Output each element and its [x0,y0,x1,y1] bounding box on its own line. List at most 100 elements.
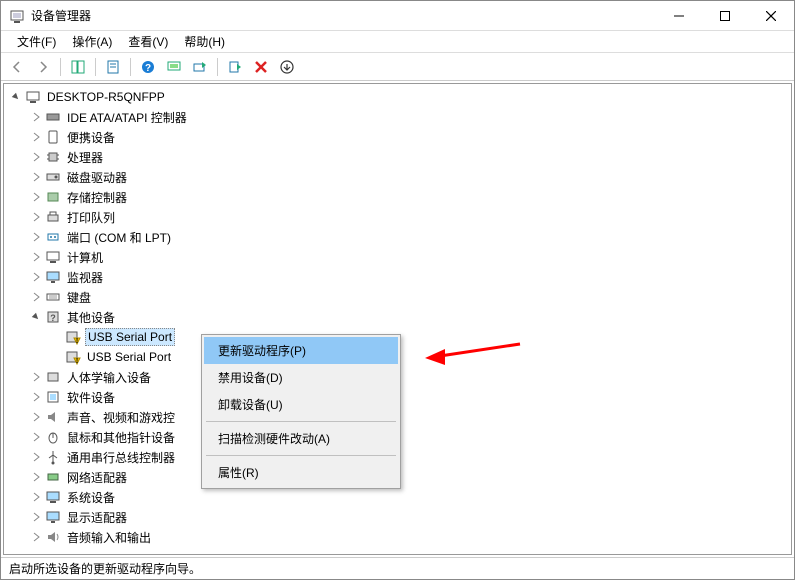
tree-root-label: DESKTOP-R5QNFPP [45,89,167,105]
ide-icon [45,109,61,125]
context-menu: 更新驱动程序(P) 禁用设备(D) 卸载设备(U) 扫描检测硬件改动(A) 属性… [201,334,401,489]
chevron-down-icon[interactable] [29,310,43,324]
warning-device-icon: ! [65,329,81,345]
tree-category[interactable]: 磁盘驱动器 [7,167,788,187]
portable-icon [45,129,61,145]
chevron-right-icon[interactable] [29,490,43,504]
mouse-icon [45,429,61,445]
context-disable[interactable]: 禁用设备(D) [204,364,398,391]
tree-category[interactable]: 显示适配器 [7,507,788,527]
chevron-right-icon[interactable] [29,250,43,264]
annotation-arrow [425,341,525,371]
tree-category[interactable]: 便携设备 [7,127,788,147]
toolbar-separator [130,58,131,76]
chevron-right-icon[interactable] [29,410,43,424]
minimize-button[interactable] [656,1,702,31]
titlebar: 设备管理器 [1,1,794,31]
tree-category[interactable]: 音频输入和输出 [7,527,788,547]
menubar: 文件(F) 操作(A) 查看(V) 帮助(H) [1,31,794,53]
app-icon [9,8,25,24]
tree-category[interactable]: IDE ATA/ATAPI 控制器 [7,107,788,127]
close-button[interactable] [748,1,794,31]
chevron-right-icon[interactable] [29,190,43,204]
menu-action[interactable]: 操作(A) [64,31,120,52]
tree-category[interactable]: 系统设备 [7,487,788,507]
sound-icon [45,409,61,425]
chevron-right-icon[interactable] [29,510,43,524]
chevron-right-icon[interactable] [29,130,43,144]
tree-category[interactable]: 键盘 [7,287,788,307]
tree-root[interactable]: DESKTOP-R5QNFPP [7,87,788,107]
enable-button[interactable] [223,56,247,78]
toolbar: ? [1,53,794,81]
chevron-right-icon[interactable] [29,290,43,304]
titlebar-left: 设备管理器 [1,7,91,24]
computer-icon [45,249,61,265]
toolbar-separator [95,58,96,76]
window-controls [656,1,794,31]
properties-button[interactable] [101,56,125,78]
back-button[interactable] [5,56,29,78]
hid-icon [45,369,61,385]
tree-category[interactable]: 存储控制器 [7,187,788,207]
toolbar-separator [60,58,61,76]
context-separator [206,455,396,456]
context-properties[interactable]: 属性(R) [204,459,398,486]
tree-category[interactable]: 计算机 [7,247,788,267]
system-icon [45,489,61,505]
uninstall-button[interactable] [249,56,273,78]
svg-text:!: ! [76,358,78,365]
chevron-right-icon[interactable] [29,170,43,184]
audio-icon [45,529,61,545]
forward-button[interactable] [31,56,55,78]
menu-help[interactable]: 帮助(H) [176,31,233,52]
chevron-right-icon[interactable] [29,530,43,544]
chevron-right-icon[interactable] [29,470,43,484]
chevron-right-icon[interactable] [29,150,43,164]
cpu-icon [45,149,61,165]
context-update-driver[interactable]: 更新驱动程序(P) [204,337,398,364]
maximize-button[interactable] [702,1,748,31]
chevron-down-icon[interactable] [9,90,23,104]
printer-icon [45,209,61,225]
chevron-right-icon[interactable] [29,110,43,124]
chevron-right-icon[interactable] [29,390,43,404]
network-icon [45,469,61,485]
help-button[interactable]: ? [136,56,160,78]
chevron-right-icon[interactable] [29,270,43,284]
usb-icon [45,449,61,465]
device-manager-window: 设备管理器 文件(F) 操作(A) 查看(V) 帮助(H) ? [0,0,795,580]
svg-text:?: ? [145,63,151,74]
warning-device-icon: ! [65,349,81,365]
port-icon [45,229,61,245]
statusbar: 启动所选设备的更新驱动程序向导。 [1,557,794,579]
update-driver-button[interactable] [188,56,212,78]
computer-icon [25,89,41,105]
chevron-right-icon[interactable] [29,210,43,224]
svg-text:?: ? [50,313,56,323]
chevron-right-icon[interactable] [29,430,43,444]
context-separator [206,421,396,422]
keyboard-icon [45,289,61,305]
chevron-right-icon[interactable] [29,450,43,464]
scan-hardware-button[interactable] [162,56,186,78]
context-uninstall[interactable]: 卸载设备(U) [204,391,398,418]
show-hide-tree-button[interactable] [66,56,90,78]
chevron-right-icon[interactable] [29,230,43,244]
tree-category[interactable]: 处理器 [7,147,788,167]
tree-category[interactable]: 打印队列 [7,207,788,227]
menu-file[interactable]: 文件(F) [9,31,64,52]
tree-category[interactable]: 端口 (COM 和 LPT) [7,227,788,247]
context-scan-hardware[interactable]: 扫描检测硬件改动(A) [204,425,398,452]
chevron-right-icon[interactable] [29,370,43,384]
window-title: 设备管理器 [31,7,91,24]
tree-category[interactable]: 监视器 [7,267,788,287]
monitor-icon [45,269,61,285]
menu-view[interactable]: 查看(V) [120,31,176,52]
disable-button[interactable] [275,56,299,78]
disk-icon [45,169,61,185]
other-devices-icon: ? [45,309,61,325]
display-icon [45,509,61,525]
tree-category-other[interactable]: ?其他设备 [7,307,788,327]
software-icon [45,389,61,405]
